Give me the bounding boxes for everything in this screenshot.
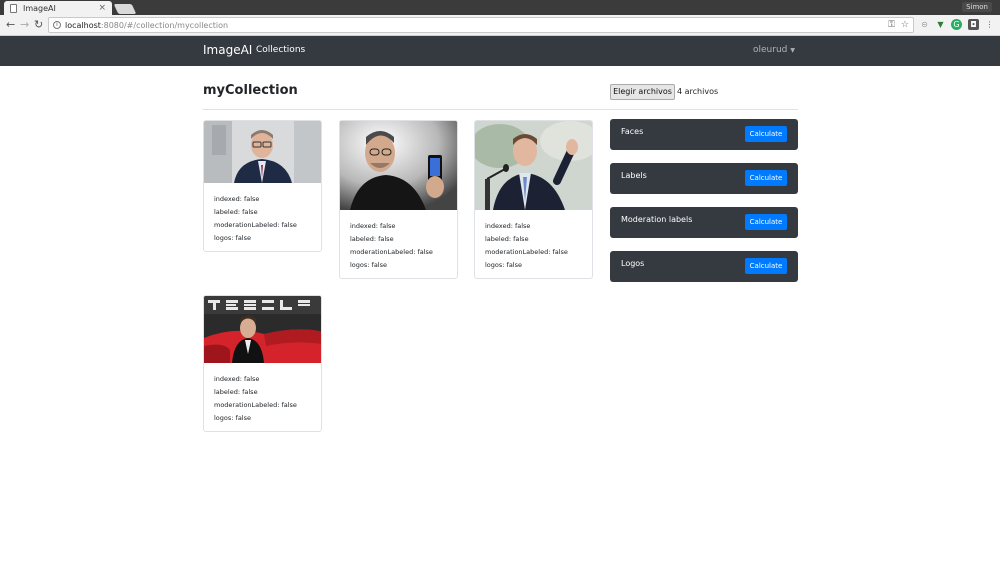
photo-graphic bbox=[475, 121, 592, 210]
image-thumbnail[interactable] bbox=[475, 121, 592, 210]
calculate-logos-button[interactable]: Calculate bbox=[745, 258, 787, 274]
url-path: :8080/#/collection/mycollection bbox=[100, 20, 229, 30]
address-bar[interactable]: i localhost :8080/#/collection/mycollect… bbox=[48, 17, 914, 33]
logos-status: logos: false bbox=[350, 261, 387, 269]
calculate-moderation-button[interactable]: Calculate bbox=[745, 214, 787, 230]
moderation-status: moderationLabeled: false bbox=[485, 248, 568, 256]
header-divider bbox=[203, 109, 798, 110]
image-card[interactable]: indexed: false labeled: false moderation… bbox=[203, 120, 322, 252]
bookmark-star-icon[interactable]: ☆ bbox=[901, 20, 909, 30]
url-host: localhost bbox=[65, 20, 101, 30]
indexed-status: indexed: false bbox=[214, 375, 260, 383]
moderation-status: moderationLabeled: false bbox=[350, 248, 433, 256]
nav-link-collections[interactable]: Collections bbox=[256, 45, 305, 55]
calculate-labels-button[interactable]: Calculate bbox=[745, 170, 787, 186]
user-dropdown[interactable]: oleurud ▼ bbox=[753, 45, 795, 55]
panel-label: Logos bbox=[621, 259, 645, 268]
forward-arrow-icon[interactable]: → bbox=[20, 18, 29, 32]
photo-graphic bbox=[204, 296, 321, 363]
choose-files-button[interactable]: Elegir archivos bbox=[610, 84, 675, 100]
menu-kebab-icon[interactable]: ⋮ bbox=[984, 19, 995, 30]
photo-graphic bbox=[204, 121, 321, 183]
image-info: indexed: false labeled: false moderation… bbox=[340, 210, 457, 278]
panel-logos: Logos Calculate bbox=[610, 251, 798, 282]
page-title: myCollection bbox=[203, 83, 298, 98]
reload-icon[interactable]: ↻ bbox=[34, 18, 43, 32]
image-thumbnail[interactable] bbox=[204, 296, 321, 363]
back-arrow-icon[interactable]: ← bbox=[6, 18, 15, 32]
image-thumbnail[interactable] bbox=[204, 121, 321, 183]
logos-status: logos: false bbox=[214, 414, 251, 422]
labeled-status: labeled: false bbox=[214, 388, 258, 396]
indexed-status: indexed: false bbox=[214, 195, 260, 203]
image-thumbnail[interactable] bbox=[340, 121, 457, 210]
extension-box-icon[interactable]: ◘ bbox=[968, 19, 979, 30]
user-name: oleurud bbox=[753, 45, 788, 55]
calculate-faces-button[interactable]: Calculate bbox=[745, 126, 787, 142]
labeled-status: labeled: false bbox=[485, 235, 529, 243]
image-info: indexed: false labeled: false moderation… bbox=[475, 210, 592, 278]
vue-devtools-icon[interactable]: ▼ bbox=[935, 19, 946, 30]
browser-tab-strip: ImageAI × Simon bbox=[0, 0, 1000, 15]
image-card[interactable]: indexed: false labeled: false moderation… bbox=[339, 120, 458, 279]
image-info: indexed: false labeled: false moderation… bbox=[204, 363, 321, 431]
moderation-status: moderationLabeled: false bbox=[214, 221, 297, 229]
indexed-status: indexed: false bbox=[485, 222, 531, 230]
panel-moderation-labels: Moderation labels Calculate bbox=[610, 207, 798, 238]
file-count: 4 archivos bbox=[677, 87, 719, 96]
image-info: indexed: false labeled: false moderation… bbox=[204, 183, 321, 251]
document-icon bbox=[10, 3, 17, 13]
labeled-status: labeled: false bbox=[214, 208, 258, 216]
caret-down-icon: ▼ bbox=[790, 47, 795, 54]
labeled-status: labeled: false bbox=[350, 235, 394, 243]
info-icon[interactable]: i bbox=[53, 21, 61, 29]
moderation-status: moderationLabeled: false bbox=[214, 401, 297, 409]
grammarly-icon[interactable]: G bbox=[951, 19, 962, 30]
panel-label: Moderation labels bbox=[621, 215, 693, 224]
key-icon[interactable]: ⚿ bbox=[888, 20, 895, 30]
panel-label: Faces bbox=[621, 127, 644, 136]
logos-status: logos: false bbox=[214, 234, 251, 242]
new-tab-button[interactable] bbox=[113, 4, 137, 14]
browser-toolbar: ← → ↻ i localhost :8080/#/collection/myc… bbox=[0, 15, 1000, 36]
browser-tab[interactable]: ImageAI × bbox=[4, 1, 112, 15]
browser-tab-title: ImageAI bbox=[23, 3, 56, 13]
photo-graphic bbox=[340, 121, 457, 210]
profile-button[interactable]: Simon bbox=[962, 2, 992, 12]
close-icon[interactable]: × bbox=[98, 3, 106, 13]
indexed-status: indexed: false bbox=[350, 222, 396, 230]
image-card[interactable]: indexed: false labeled: false moderation… bbox=[474, 120, 593, 279]
logos-status: logos: false bbox=[485, 261, 522, 269]
panel-label: Labels bbox=[621, 171, 647, 180]
navbar-brand[interactable]: ImageAI bbox=[203, 43, 252, 57]
app-navbar: ImageAI Collections oleurud ▼ bbox=[0, 36, 1000, 66]
extension-icon[interactable]: ⊝ bbox=[919, 19, 930, 30]
panel-labels: Labels Calculate bbox=[610, 163, 798, 194]
panel-faces: Faces Calculate bbox=[610, 119, 798, 150]
image-card[interactable]: indexed: false labeled: false moderation… bbox=[203, 295, 322, 432]
